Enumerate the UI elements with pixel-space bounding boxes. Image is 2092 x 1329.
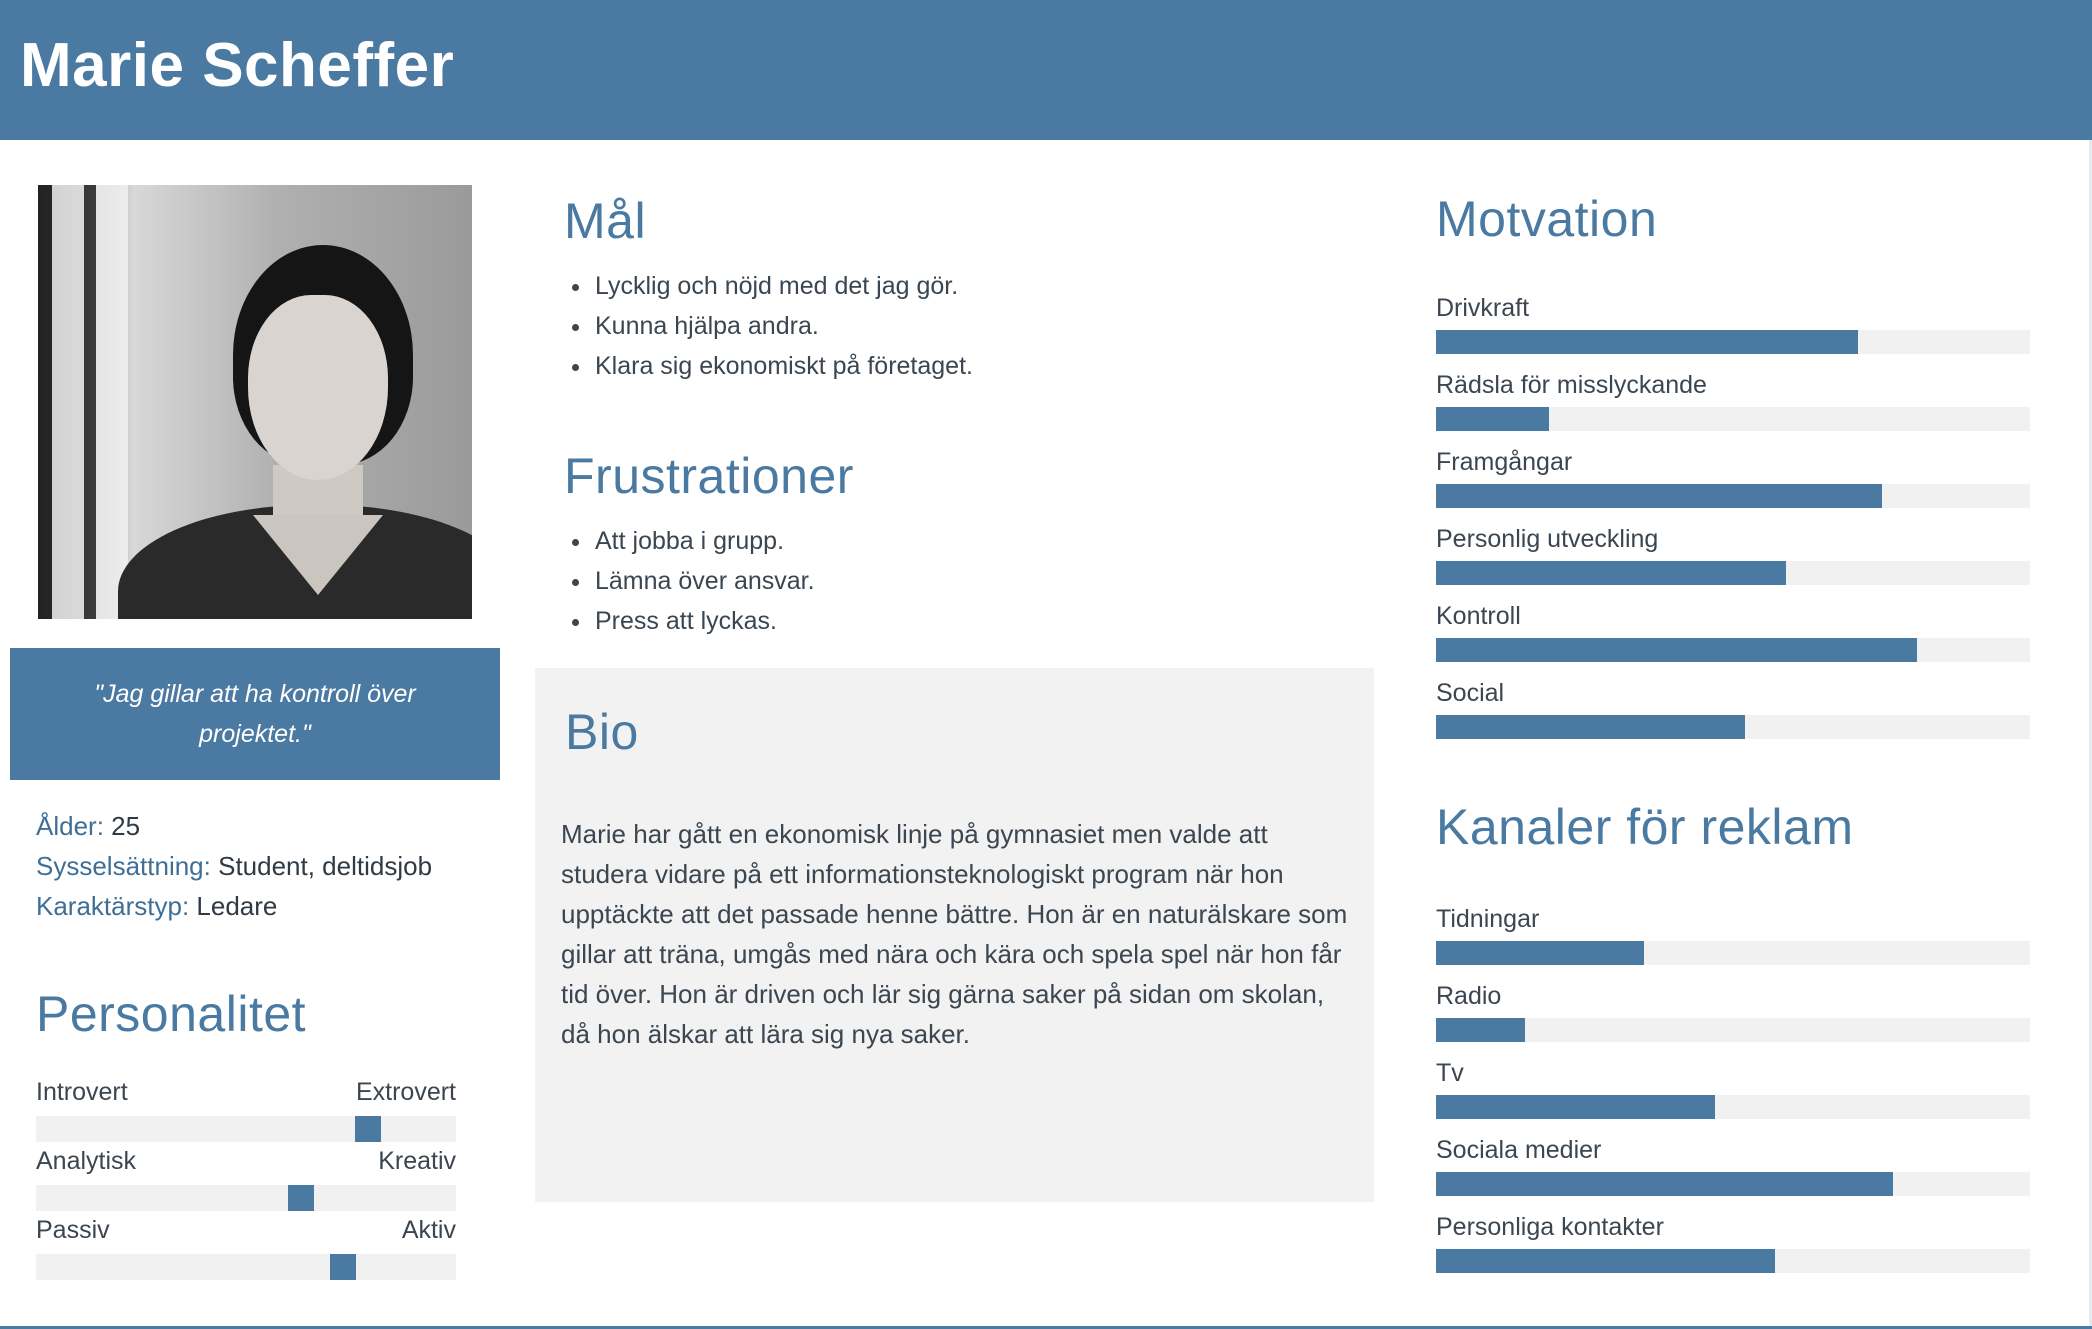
bar-fill [1436,561,1787,585]
bar-label: Radio [1436,982,1502,1010]
scale-right-label: Extrovert [355,1078,456,1106]
bar-track [1436,407,2030,431]
bar-fill [1436,638,1918,662]
fact-age: Ålder: 25 [36,811,141,841]
list-item: Lämna över ansvar. [593,561,815,601]
bar-track [1436,941,2030,965]
bar-fill [1436,715,1745,739]
bar-fill [1436,330,1858,354]
frustrations-title: Frustrationer [564,448,854,504]
bar-label: Kontroll [1436,602,1521,630]
persona-photo [38,185,472,619]
bar-track [1436,330,2030,354]
personality-scale: Passiv Aktiv [36,1216,456,1280]
channel-bar: Tv [1436,1057,2030,1119]
scale-track [36,1116,456,1142]
bar-track [1436,1095,2030,1119]
channel-bar: Radio [1436,980,2030,1042]
personality-scale: Analytisk Kreativ [36,1147,456,1211]
list-item: Att jobba i grupp. [593,521,815,561]
bar-label: Personliga kontakter [1436,1213,1664,1241]
bar-label: Tidningar [1436,905,1540,933]
motivation-bar: Social [1436,677,2030,739]
list-item: Klara sig ekonomiskt på företaget. [593,346,973,386]
bar-fill [1436,1018,1526,1042]
scale-marker [354,1116,381,1142]
persona-name: Marie Scheffer [20,31,455,100]
goals-title: Mål [564,193,647,249]
scale-right-label: Aktiv [401,1216,456,1244]
bar-track [1436,638,2030,662]
bar-label: Tv [1436,1059,1464,1087]
personality-scale: Introvert Extrovert [36,1078,456,1142]
bar-fill [1436,407,1549,431]
scale-left-label: Passiv [36,1216,110,1244]
bio-title: Bio [565,704,639,760]
fact-character-type: Karaktärstyp: Ledare [36,891,278,921]
list-item: Press att lyckas. [593,601,815,641]
motivation-bar: Drivkraft [1436,292,2030,354]
channel-bar: Sociala medier [1436,1134,2030,1196]
motivation-bar: Framgångar [1436,446,2030,508]
persona-facts: Ålder: 25 Sysselsättning: Student, delti… [36,806,432,926]
scale-track [36,1185,456,1211]
channel-bar: Tidningar [1436,903,2030,965]
scale-right-label: Kreativ [378,1147,456,1175]
motivation-bar: Rädsla för misslyckande [1436,369,2030,431]
header-bar: Marie Scheffer [0,0,2092,140]
bar-fill [1436,941,1644,965]
personality-title: Personalitet [36,986,307,1042]
bar-label: Sociala medier [1436,1136,1602,1164]
bar-track [1436,1172,2030,1196]
bar-label: Social [1436,679,1505,707]
scale-marker [287,1185,314,1211]
bar-track [1436,1018,2030,1042]
scale-marker [329,1254,356,1280]
scale-left-label: Analytisk [36,1147,137,1175]
list-item: Kunna hjälpa andra. [593,306,973,346]
bar-fill [1436,1172,1894,1196]
bar-label: Personlig utveckling [1436,525,1659,553]
bar-track [1436,715,2030,739]
bar-label: Rädsla för misslyckande [1436,371,1707,399]
bar-label: Drivkraft [1436,294,1530,322]
bar-track [1436,561,2030,585]
persona-quote: "Jag gillar att ha kontroll över projekt… [10,648,500,780]
bar-track [1436,1249,2030,1273]
scale-left-label: Introvert [36,1078,128,1106]
goals-list: Lycklig och nöjd med det jag gör. Kunna … [565,266,973,386]
bio-text: Marie har gått en ekonomisk linje på gym… [561,819,1348,1049]
frustrations-list: Att jobba i grupp. Lämna över ansvar. Pr… [565,521,815,641]
scale-track [36,1254,456,1280]
channel-bar: Personliga kontakter [1436,1211,2030,1273]
bio-panel: Bio Marie har gått en ekonomisk linje på… [535,668,1374,1202]
motivation-bar: Kontroll [1436,600,2030,662]
motivation-bar: Personlig utveckling [1436,523,2030,585]
bar-fill [1436,1249,1775,1273]
bar-fill [1436,1095,1716,1119]
bar-fill [1436,484,1882,508]
channels-title: Kanaler för reklam [1436,799,1854,855]
motivation-title: Motvation [1436,191,1658,247]
bar-label: Framgångar [1436,448,1573,476]
list-item: Lycklig och nöjd med det jag gör. [593,266,973,306]
fact-occupation: Sysselsättning: Student, deltidsjob [36,851,433,881]
bar-track [1436,484,2030,508]
